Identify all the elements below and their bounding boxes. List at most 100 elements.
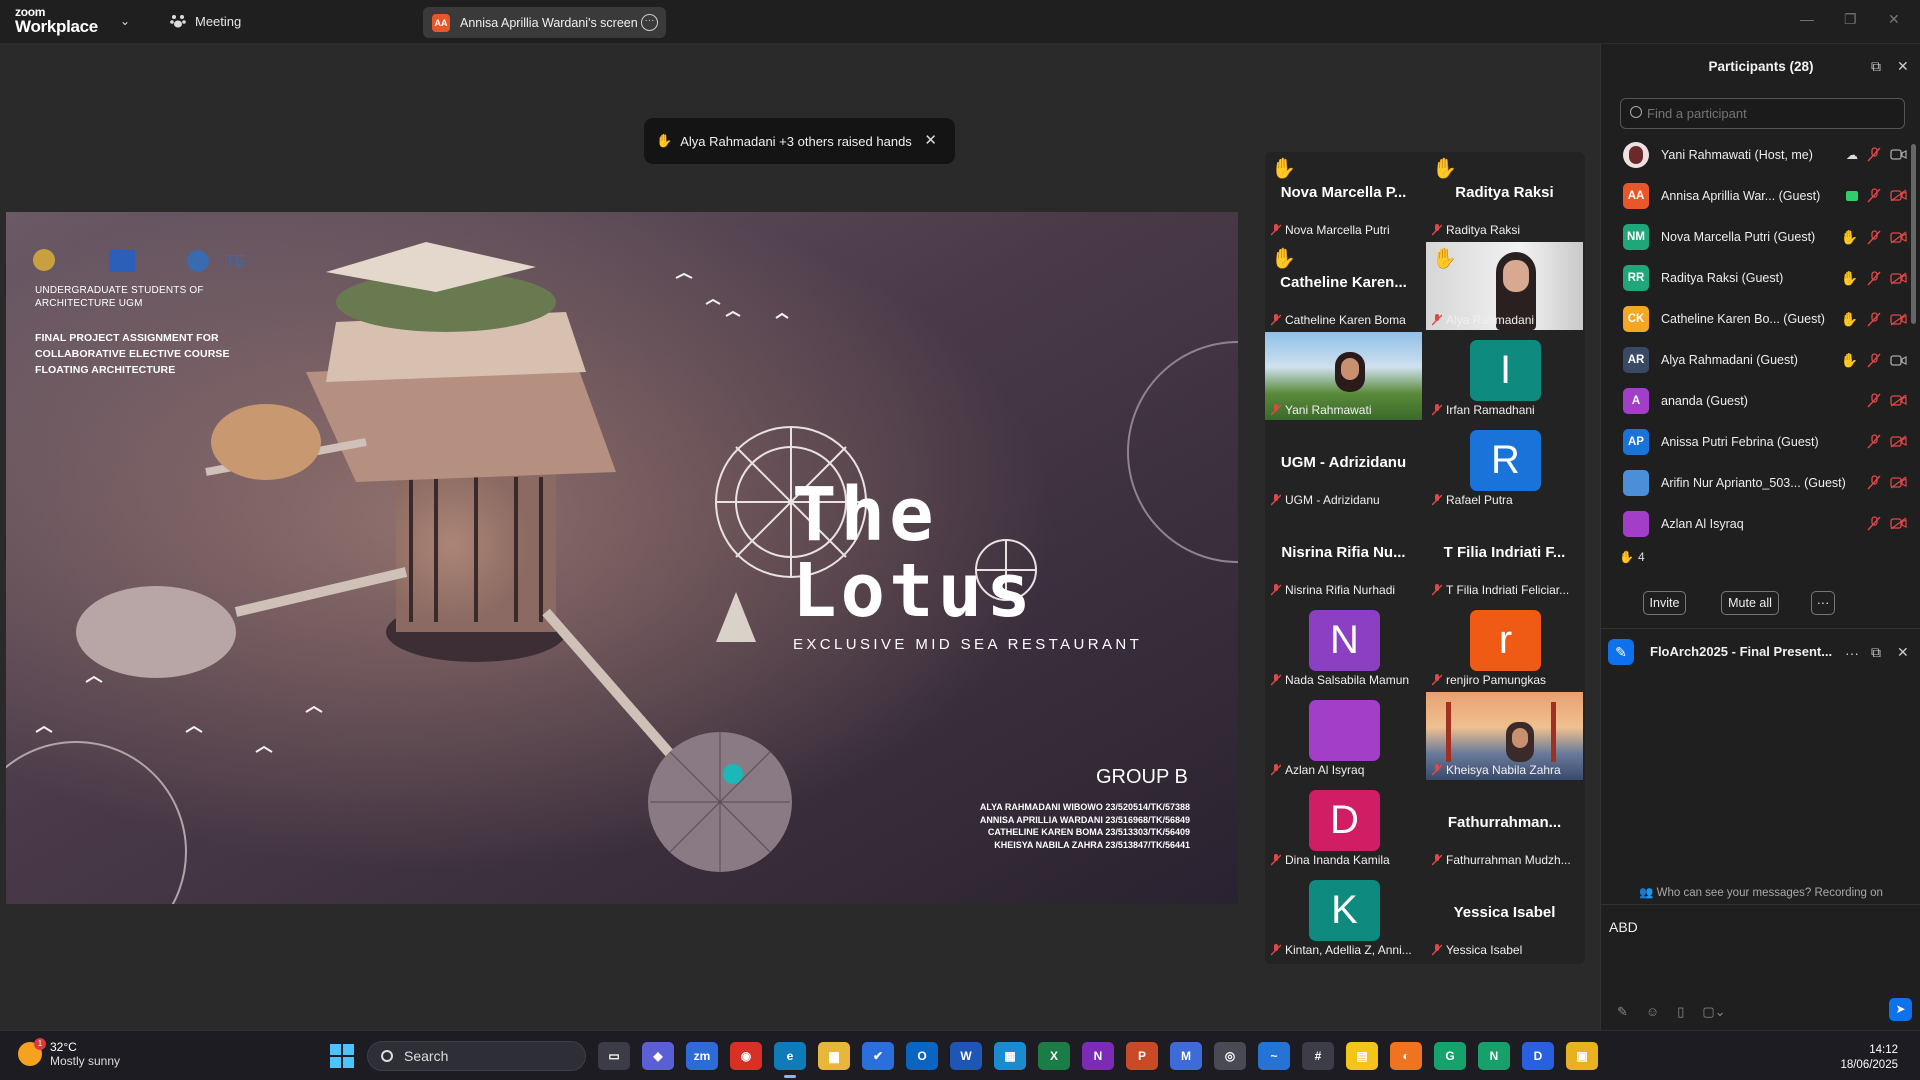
todo-icon[interactable]: ✔ <box>862 1042 894 1070</box>
video-tile[interactable]: Nisrina Rifia Nu... Nisrina Rifia Nurhadi <box>1265 512 1422 600</box>
close-panel-icon[interactable]: ✕ <box>1897 58 1909 75</box>
chat-title[interactable]: FloArch2025 - Final Present... <box>1650 644 1832 659</box>
mic-muted-icon[interactable] <box>1867 312 1881 327</box>
mic-muted-icon[interactable] <box>1867 516 1881 531</box>
invite-button[interactable]: Invite <box>1643 591 1686 615</box>
camera-off-icon[interactable] <box>1890 189 1907 202</box>
participant-row[interactable]: AR Alya Rahmadani (Guest) ✋ <box>1601 339 1907 380</box>
copilot-icon[interactable]: ◆ <box>642 1042 674 1070</box>
emoji-icon[interactable]: ☺ <box>1646 1004 1659 1020</box>
minimize-icon[interactable]: — <box>1800 11 1814 27</box>
video-tile[interactable]: Kheisya Nabila Zahra <box>1426 692 1583 780</box>
sticky-notes-icon[interactable]: ▤ <box>1346 1042 1378 1070</box>
word-icon[interactable]: W <box>950 1042 982 1070</box>
participant-row[interactable]: Arifin Nur Aprianto_503... (Guest) <box>1601 462 1907 503</box>
firefox-icon[interactable]: ◐ <box>1390 1042 1422 1070</box>
participant-row[interactable]: NM Nova Marcella Putri (Guest) ✋ <box>1601 216 1907 257</box>
app-green-icon[interactable]: N <box>1478 1042 1510 1070</box>
pop-out-icon[interactable]: ⧉ <box>1871 644 1881 661</box>
shared-slide[interactable]: ·TE UNDERGRADUATE STUDENTS OF ARCHITECTU… <box>6 212 1238 904</box>
weather-widget[interactable]: 1 32°C Mostly sunny <box>18 1038 120 1068</box>
more-options-icon[interactable]: ··· <box>1845 645 1859 661</box>
more-options-button[interactable]: ··· <box>1811 591 1835 615</box>
participant-row[interactable]: CK Catheline Karen Bo... (Guest) ✋ <box>1601 298 1907 339</box>
file-icon[interactable]: ▯ <box>1677 1004 1684 1020</box>
grammarly-icon[interactable]: G <box>1434 1042 1466 1070</box>
participant-row[interactable]: Aananda (Guest) <box>1601 380 1907 421</box>
close-window-icon[interactable]: ✕ <box>1888 11 1900 28</box>
chat-visibility-notice[interactable]: 👥 Who can see your messages? Recording o… <box>1601 885 1920 899</box>
participant-row[interactable]: AA Annisa Aprillia War... (Guest) <box>1601 175 1907 216</box>
participant-row[interactable]: Yani Rahmawati (Host, me) ☁ <box>1601 134 1907 175</box>
taskbar-search[interactable]: Search <box>367 1041 586 1071</box>
video-tile[interactable]: K Kintan, Adellia Z, Anni... <box>1265 872 1422 960</box>
maximize-icon[interactable]: ❐ <box>1844 11 1857 28</box>
close-chat-icon[interactable]: ✕ <box>1897 644 1909 661</box>
video-tile[interactable]: I Irfan Ramadhani <box>1426 332 1583 420</box>
video-tile[interactable]: ✋ Raditya Raksi Raditya Raksi <box>1426 152 1583 240</box>
chat-input-area[interactable]: ABD ✎ ☺ ▯ ▢⌄ ➤ <box>1601 904 1920 1030</box>
mute-all-button[interactable]: Mute all <box>1721 591 1779 615</box>
mic-muted-icon[interactable] <box>1867 230 1881 245</box>
mic-muted-icon[interactable] <box>1867 353 1881 368</box>
video-tile[interactable]: Yani Rahmawati <box>1265 332 1422 420</box>
zoom-workplace-logo[interactable]: zoom Workplace <box>15 6 98 35</box>
video-tile[interactable]: Yessica Isabel Yessica Isabel <box>1426 872 1583 960</box>
video-tile[interactable]: Azlan Al Isyraq <box>1265 692 1422 780</box>
excel-icon[interactable]: X <box>1038 1042 1070 1070</box>
format-icon[interactable]: ✎ <box>1617 1004 1628 1020</box>
close-toast-icon[interactable]: ✕ <box>924 131 937 149</box>
camera-off-icon[interactable] <box>1890 231 1907 244</box>
app-yellow-icon[interactable]: ▣ <box>1566 1042 1598 1070</box>
video-tile[interactable]: ✋ Alya Rahmadani <box>1426 242 1583 330</box>
participant-scrollbar[interactable] <box>1911 144 1916 324</box>
tab-meeting[interactable]: Meeting <box>170 13 241 29</box>
more-options-icon[interactable]: ··· <box>641 14 658 31</box>
camera-off-icon[interactable] <box>1890 435 1907 448</box>
mic-muted-icon[interactable] <box>1867 434 1881 449</box>
screenshot-icon[interactable]: ▢⌄ <box>1702 1004 1725 1020</box>
mic-muted-icon[interactable] <box>1867 147 1881 162</box>
video-tile[interactable]: Fathurrahman... Fathurrahman Mudzh... <box>1426 782 1583 870</box>
system-clock[interactable]: 14:12 18/06/2025 <box>1840 1043 1898 1073</box>
participant-search-input[interactable] <box>1620 98 1905 129</box>
task-view-icon[interactable]: ▭ <box>598 1042 630 1070</box>
m365-icon[interactable]: M <box>1170 1042 1202 1070</box>
edge-icon[interactable]: e <box>774 1042 806 1078</box>
onenote-icon[interactable]: N <box>1082 1042 1114 1070</box>
tab-shared-screen[interactable]: AA Annisa Aprillia Wardani's screen ··· <box>423 7 666 38</box>
calculator-icon[interactable]: # <box>1302 1042 1334 1070</box>
participant-row[interactable]: Azlan Al Isyraq <box>1601 503 1907 544</box>
chrome-icon[interactable]: ◉ <box>730 1042 762 1070</box>
camera-icon[interactable]: ◎ <box>1214 1042 1246 1070</box>
video-tile[interactable]: R Rafael Putra <box>1426 422 1583 510</box>
participant-row[interactable]: RR Raditya Raksi (Guest) ✋ <box>1601 257 1907 298</box>
start-button[interactable] <box>330 1044 354 1068</box>
chat-input[interactable]: ABD <box>1609 919 1638 935</box>
camera-icon[interactable] <box>1890 354 1907 367</box>
calendar-icon[interactable]: ▦ <box>994 1042 1026 1070</box>
camera-off-icon[interactable] <box>1890 313 1907 326</box>
camera-off-icon[interactable] <box>1890 394 1907 407</box>
mic-muted-icon[interactable] <box>1867 475 1881 490</box>
video-tile[interactable]: UGM - Adrizidanu UGM - Adrizidanu <box>1265 422 1422 510</box>
mic-muted-icon[interactable] <box>1867 188 1881 203</box>
video-tile[interactable]: D Dina Inanda Kamila <box>1265 782 1422 870</box>
outlook-icon[interactable]: O <box>906 1042 938 1070</box>
zoom-icon[interactable]: zm <box>686 1042 718 1070</box>
pop-out-icon[interactable]: ⧉ <box>1871 58 1881 75</box>
camera-off-icon[interactable] <box>1890 476 1907 489</box>
file-explorer-icon[interactable]: ▆ <box>818 1042 850 1070</box>
video-tile[interactable]: r renjiro Pamungkas <box>1426 602 1583 690</box>
camera-off-icon[interactable] <box>1890 272 1907 285</box>
participant-row[interactable]: AP Anissa Putri Febrina (Guest) <box>1601 421 1907 462</box>
mic-muted-icon[interactable] <box>1867 271 1881 286</box>
app-blue-icon[interactable]: D <box>1522 1042 1554 1070</box>
mic-muted-icon[interactable] <box>1867 393 1881 408</box>
send-button[interactable]: ➤ <box>1889 998 1912 1021</box>
video-tile[interactable]: ✋ Nova Marcella P... Nova Marcella Putri <box>1265 152 1422 240</box>
camera-icon[interactable] <box>1890 148 1907 161</box>
video-tile[interactable]: T Filia Indriati F... T Filia Indriati Fe… <box>1426 512 1583 600</box>
whiteboard-icon[interactable]: ~ <box>1258 1042 1290 1070</box>
video-tile[interactable]: ✋ Catheline Karen... Catheline Karen Boma <box>1265 242 1422 330</box>
